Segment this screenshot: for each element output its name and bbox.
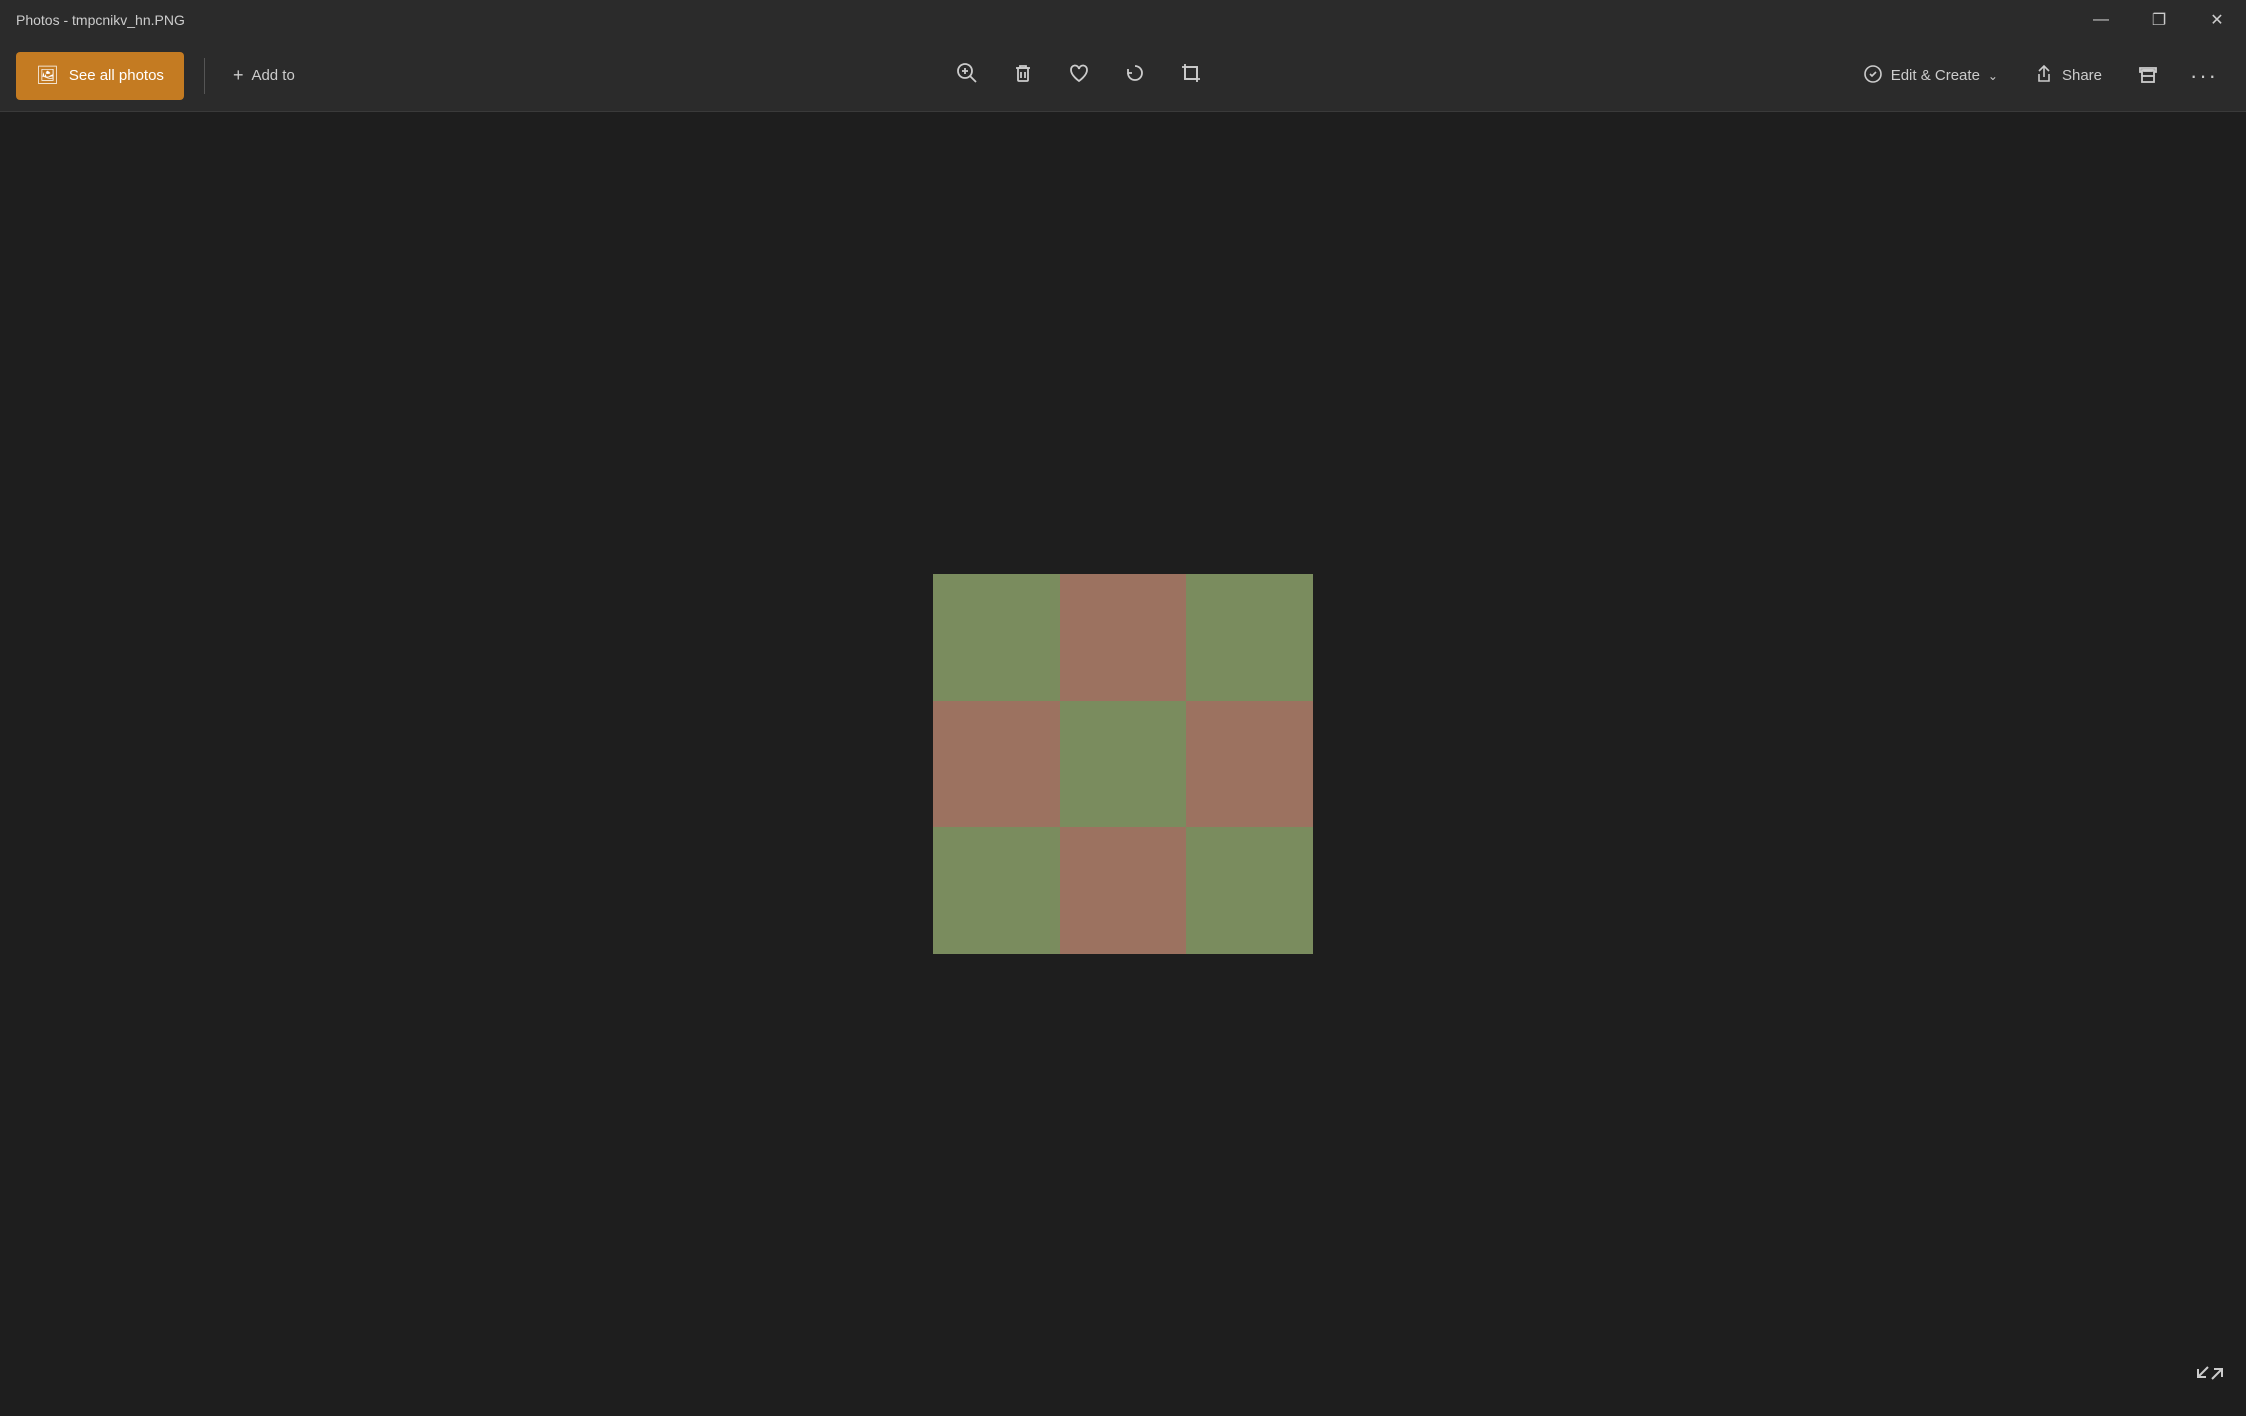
add-to-button[interactable]: + Add to [217,52,311,100]
edit-create-icon [1863,64,1883,88]
main-content [0,112,2246,1416]
print-button[interactable] [2122,52,2174,100]
toolbar-center-icons [941,52,1217,100]
rotate-button[interactable] [1109,52,1161,100]
image-display [933,574,1313,954]
share-label: Share [2062,67,2102,84]
heart-icon [1068,62,1090,90]
photos-icon: 🖼 [36,65,59,86]
favorite-button[interactable] [1053,52,1105,100]
zoom-button[interactable] [941,52,993,100]
delete-icon [1012,62,1034,90]
add-icon: + [233,65,244,86]
window-controls: — ❐ ✕ [2072,0,2246,40]
close-button[interactable]: ✕ [2188,0,2246,40]
toolbar-divider [204,58,205,94]
cell-1-1 [1060,701,1187,828]
print-icon [2137,62,2159,90]
chevron-down-icon: ⌄ [1988,69,1998,83]
rotate-icon [1124,62,1146,90]
zoom-icon [956,62,978,90]
cell-2-2 [1186,827,1313,954]
crop-icon [1180,62,1202,90]
add-to-label: Add to [251,67,294,84]
cell-2-1 [1060,827,1187,954]
more-button[interactable]: ··· [2178,52,2230,100]
toolbar: 🖼 See all photos + Add to [0,40,2246,112]
cell-1-0 [933,701,1060,828]
minimize-button[interactable]: — [2072,0,2130,40]
delete-button[interactable] [997,52,1049,100]
cell-0-1 [1060,574,1187,701]
edit-create-button[interactable]: Edit & Create ⌄ [1847,52,2014,100]
share-button[interactable]: Share [2018,52,2118,100]
restore-button[interactable]: ❐ [2130,0,2188,40]
see-all-photos-button[interactable]: 🖼 See all photos [16,52,184,100]
cell-2-0 [933,827,1060,954]
more-icon: ··· [2190,63,2218,89]
edit-create-label: Edit & Create [1891,67,1980,84]
crop-button[interactable] [1165,52,1217,100]
toolbar-right: Edit & Create ⌄ Share [1847,52,2230,100]
expand-button[interactable] [2194,1357,2226,1396]
see-all-photos-label: See all photos [69,67,164,84]
cell-0-0 [933,574,1060,701]
share-icon [2034,64,2054,88]
cell-1-2 [1186,701,1313,828]
title-bar: Photos - tmpcnikv_hn.PNG — ❐ ✕ [0,0,2246,40]
window-title: Photos - tmpcnikv_hn.PNG [16,0,185,40]
cell-0-2 [1186,574,1313,701]
